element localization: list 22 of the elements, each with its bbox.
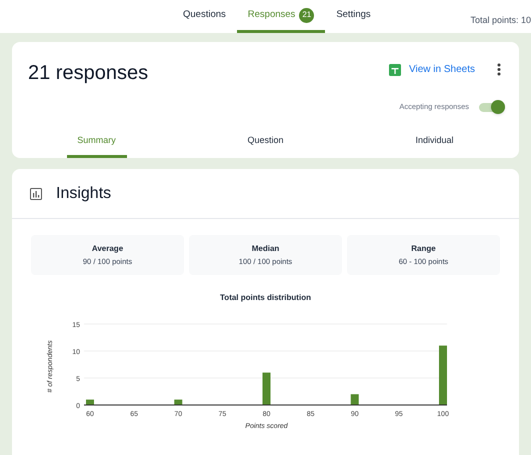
histogram-bar: [350, 394, 359, 405]
spreadsheet-icon: [389, 64, 402, 76]
responses-count: 21 responses: [28, 61, 148, 86]
accepting-toggle[interactable]: [479, 100, 505, 114]
chart-title: Total points distribution: [219, 292, 312, 304]
stat-label: Median: [252, 242, 280, 255]
count-badge: 21: [299, 8, 314, 22]
stat-label: Average: [92, 242, 124, 255]
summary-tab[interactable]: Individual: [411, 126, 458, 158]
insights-title: Insights: [56, 184, 112, 204]
chart-icon: [30, 188, 42, 200]
histogram-bar: [262, 372, 270, 405]
summary-tab[interactable]: Question: [243, 126, 288, 158]
nav-tab[interactable]: Questions: [172, 0, 237, 33]
stat-label: Range: [411, 242, 436, 255]
summary-tab[interactable]: Summary: [66, 126, 126, 158]
histogram-bar: [439, 346, 447, 405]
nav-tab[interactable]: Settings: [325, 0, 382, 33]
histogram-bar: [174, 400, 182, 405]
total-points: Total points: 10: [470, 14, 531, 27]
view-in-sheets-link[interactable]: View in Sheets: [409, 62, 475, 77]
more-options-icon[interactable]: [497, 63, 501, 76]
